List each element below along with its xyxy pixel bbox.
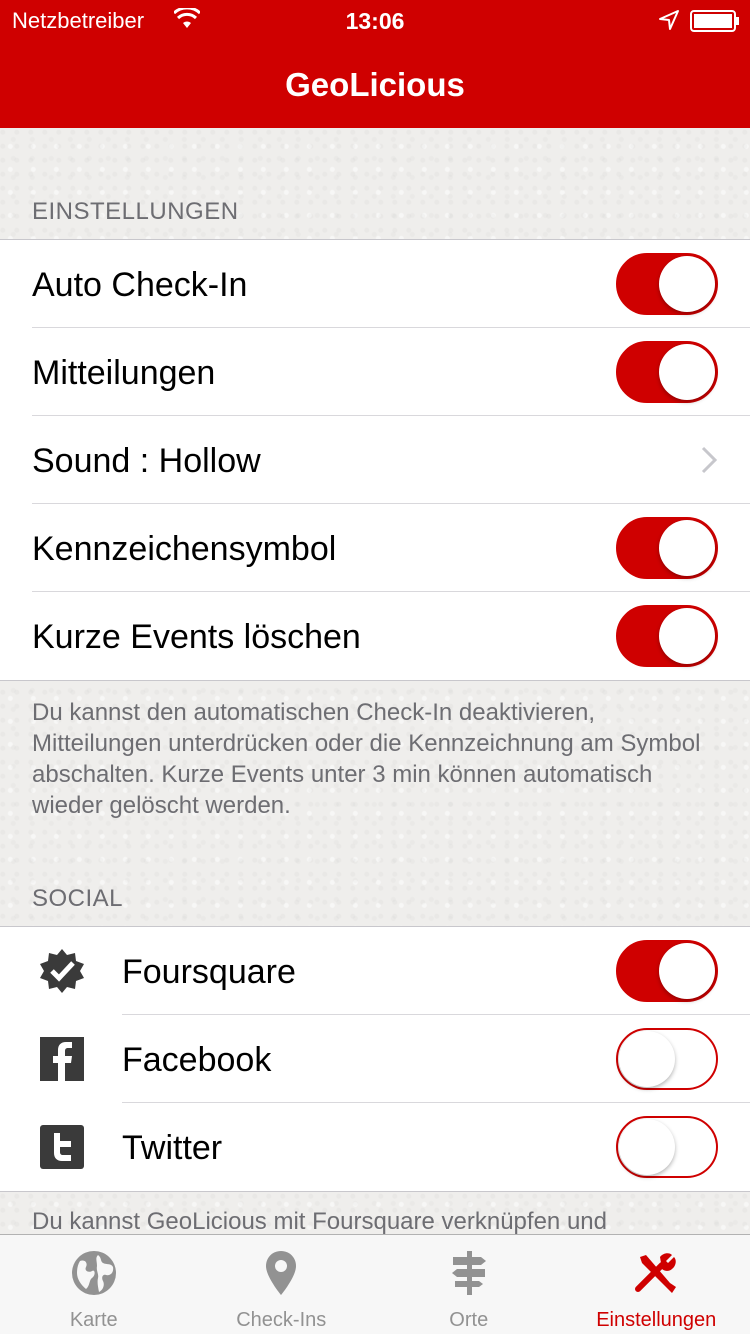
row-label: Foursquare (122, 953, 296, 991)
tab-orte[interactable]: Orte (375, 1235, 563, 1334)
twitter-toggle[interactable] (616, 1116, 718, 1178)
globe-icon (71, 1251, 116, 1295)
battery-icon (690, 10, 739, 32)
tab-einstellungen[interactable]: Einstellungen (563, 1235, 750, 1334)
row-facebook: Facebook (0, 1015, 750, 1103)
row-label: Kurze Events löschen (32, 618, 361, 656)
tab-label: Einstellungen (596, 1309, 717, 1331)
row-label: Sound : Hollow (32, 442, 261, 480)
row-label: Twitter (122, 1129, 223, 1167)
facebook-icon (40, 1037, 84, 1081)
row-kurze-events: Kurze Events löschen (0, 592, 750, 680)
row-label: Mitteilungen (32, 354, 216, 392)
navigation-bar: Netzbetreiber 13:06 GeoLicious (0, 0, 750, 128)
row-label: Kennzeichensymbol (32, 530, 337, 568)
tab-label: Orte (449, 1309, 489, 1331)
tab-bar: Karte Check-Ins Orte Einstellungen (0, 1234, 750, 1334)
toggle-knob (619, 1031, 675, 1087)
auto-check-in-toggle[interactable] (616, 253, 718, 315)
toggle-knob (659, 608, 715, 664)
settings-section-header: EINSTELLUNGEN (32, 198, 239, 225)
toggle-knob (659, 520, 715, 576)
tools-icon (635, 1253, 677, 1293)
row-label: Auto Check-In (32, 266, 248, 304)
tab-check-ins[interactable]: Check-Ins (188, 1235, 376, 1334)
tab-label: Karte (69, 1309, 118, 1331)
row-twitter: Twitter (0, 1103, 750, 1191)
toggle-knob (619, 1119, 675, 1175)
tab-label: Check-Ins (236, 1309, 327, 1331)
foursquare-icon (40, 949, 84, 993)
toggle-knob (659, 344, 715, 400)
status-bar: Netzbetreiber 13:06 (0, 0, 750, 40)
toggle-knob (659, 256, 715, 312)
status-time: 13:06 (345, 8, 405, 34)
signpost-icon (451, 1251, 486, 1295)
settings-group: Auto Check-In Mitteilungen Sound : Hollo… (0, 239, 750, 681)
row-foursquare: Foursquare (0, 927, 750, 1015)
settings-footer-text: Du kannst den automatischen Check-In dea… (32, 699, 701, 819)
toggle-knob (659, 943, 715, 999)
social-group: Foursquare Facebook Twitter (0, 926, 750, 1192)
row-kennzeichensymbol: Kennzeichensymbol (0, 504, 750, 592)
row-sound[interactable]: Sound : Hollow (0, 416, 750, 504)
mitteilungen-toggle[interactable] (616, 341, 718, 403)
location-arrow-icon (659, 10, 679, 30)
facebook-toggle[interactable] (616, 1028, 718, 1090)
kurze-events-toggle[interactable] (616, 605, 718, 667)
row-label: Facebook (122, 1041, 272, 1079)
social-section-header: SOCIAL (32, 885, 124, 912)
foursquare-toggle[interactable] (616, 940, 718, 1002)
kennzeichensymbol-toggle[interactable] (616, 517, 718, 579)
social-footer-text: Du kannst GeoLicious mit Foursquare verk… (32, 1208, 607, 1235)
twitter-icon (40, 1125, 84, 1169)
app-title: GeoLicious (285, 66, 465, 103)
row-mitteilungen: Mitteilungen (0, 328, 750, 416)
row-auto-check-in: Auto Check-In (0, 240, 750, 328)
chevron-right-icon (701, 446, 718, 474)
tab-karte[interactable]: Karte (0, 1235, 188, 1334)
map-pin-icon (266, 1251, 297, 1295)
